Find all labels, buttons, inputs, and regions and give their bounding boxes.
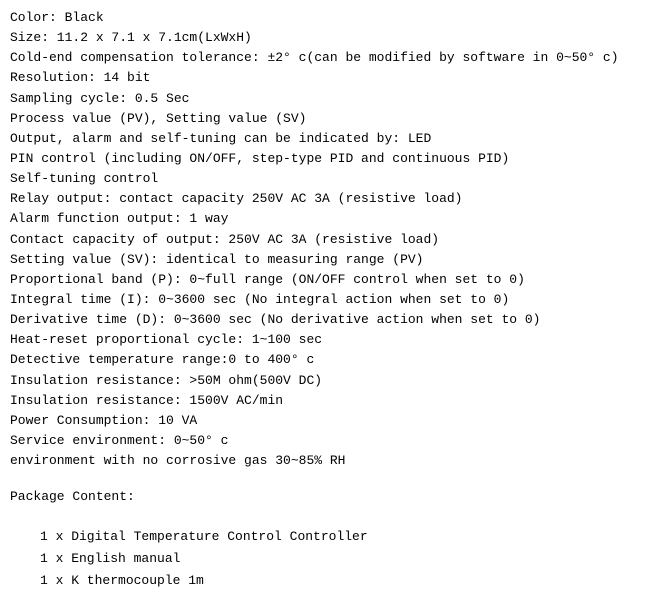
- package-item: 1 x K thermocouple 1m: [40, 570, 657, 592]
- package-section: Package Content: 1 x Digital Temperature…: [10, 489, 657, 592]
- specs-block: Color: BlackSize: 11.2 x 7.1 x 7.1cm(LxW…: [10, 8, 657, 471]
- spec-line: Alarm function output: 1 way: [10, 209, 657, 229]
- spec-line: Contact capacity of output: 250V AC 3A (…: [10, 230, 657, 250]
- spec-line: Cold-end compensation tolerance: ±2° c(c…: [10, 48, 657, 68]
- spec-line: Detective temperature range:0 to 400° c: [10, 350, 657, 370]
- spacer-1: [10, 471, 657, 489]
- spec-line: Integral time (I): 0~3600 sec (No integr…: [10, 290, 657, 310]
- spec-line: Sampling cycle: 0.5 Sec: [10, 89, 657, 109]
- spec-line: environment with no corrosive gas 30~85%…: [10, 451, 657, 471]
- spec-line: Insulation resistance: >50M ohm(500V DC): [10, 371, 657, 391]
- spec-line: Size: 11.2 x 7.1 x 7.1cm(LxWxH): [10, 28, 657, 48]
- spec-line: Derivative time (D): 0~3600 sec (No deri…: [10, 310, 657, 330]
- spec-line: Proportional band (P): 0~full range (ON/…: [10, 270, 657, 290]
- spec-line: Setting value (SV): identical to measuri…: [10, 250, 657, 270]
- package-item: 1 x English manual: [40, 548, 657, 570]
- spec-line: Relay output: contact capacity 250V AC 3…: [10, 189, 657, 209]
- package-item: 1 x Digital Temperature Control Controll…: [40, 526, 657, 548]
- spec-line: Insulation resistance: 1500V AC/min: [10, 391, 657, 411]
- spacer-2: [10, 508, 657, 526]
- spec-line: Process value (PV), Setting value (SV): [10, 109, 657, 129]
- spec-line: Self-tuning control: [10, 169, 657, 189]
- spec-line: Output, alarm and self-tuning can be ind…: [10, 129, 657, 149]
- spec-line: PIN control (including ON/OFF, step-type…: [10, 149, 657, 169]
- spec-line: Service environment: 0~50° c: [10, 431, 657, 451]
- package-title: Package Content:: [10, 489, 657, 504]
- spec-line: Heat-reset proportional cycle: 1~100 sec: [10, 330, 657, 350]
- spec-line: Color: Black: [10, 8, 657, 28]
- package-items: 1 x Digital Temperature Control Controll…: [10, 526, 657, 592]
- spec-line: Power Consumption: 10 VA: [10, 411, 657, 431]
- spec-line: Resolution: 14 bit: [10, 68, 657, 88]
